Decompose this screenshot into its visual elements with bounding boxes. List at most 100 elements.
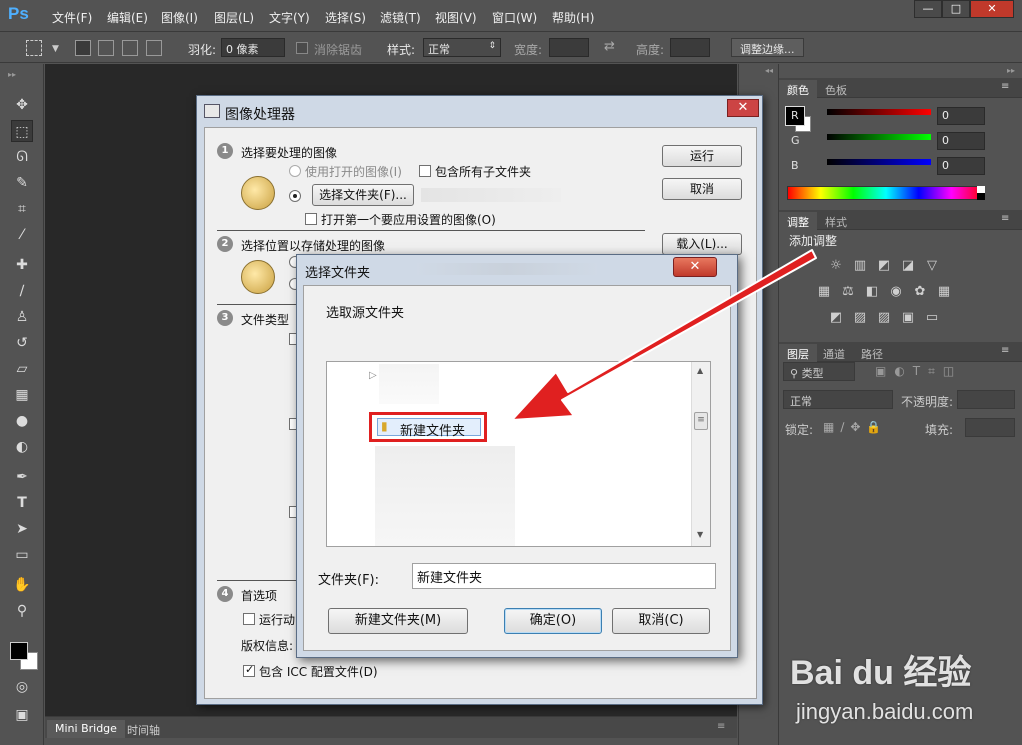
healing-brush-icon[interactable]: ✚: [11, 254, 33, 276]
panel-menu-icon[interactable]: ≡: [1001, 81, 1009, 92]
hand-tool-icon[interactable]: ✋: [11, 574, 33, 596]
panel-menu-icon[interactable]: ≡: [1001, 345, 1009, 356]
screen-mode-icon[interactable]: ▣: [11, 704, 33, 726]
style-select[interactable]: 正常 ⇕: [423, 38, 501, 57]
subtract-selection-icon[interactable]: [122, 40, 138, 56]
blend-mode-select[interactable]: 正常: [783, 390, 893, 409]
invert-icon[interactable]: ◩: [827, 310, 845, 326]
shape-tool-icon[interactable]: ▭: [11, 544, 33, 566]
include-subfolders-checkbox[interactable]: [419, 165, 431, 177]
gradient-tool-icon[interactable]: ▦: [11, 384, 33, 406]
load-button[interactable]: 载入(L)...: [662, 233, 742, 255]
menu-select[interactable]: 选择(S): [325, 9, 366, 26]
type-tool-icon[interactable]: T: [11, 492, 33, 514]
ok-button[interactable]: 确定(O): [504, 608, 602, 634]
opacity-input[interactable]: [957, 390, 1015, 409]
history-brush-icon[interactable]: ↺: [11, 332, 33, 354]
tab-paths[interactable]: 路径: [853, 344, 891, 362]
width-input[interactable]: [549, 38, 589, 57]
folder-name-input[interactable]: 新建文件夹: [412, 563, 716, 589]
bw-swatch[interactable]: [977, 186, 985, 200]
tab-mini-bridge[interactable]: Mini Bridge: [47, 720, 125, 738]
layer-filter-icons[interactable]: ▣◐T⌗◫: [875, 364, 962, 379]
tab-swatches[interactable]: 色板: [817, 80, 855, 98]
slider-g[interactable]: G 0: [791, 132, 1021, 150]
intersect-selection-icon[interactable]: [146, 40, 162, 56]
cancel-button[interactable]: 取消: [662, 178, 742, 200]
channel-value-b[interactable]: 0: [937, 157, 985, 175]
vibrance-icon[interactable]: ▽: [923, 258, 941, 274]
refine-edge-button[interactable]: 调整边缘...: [731, 38, 804, 57]
swap-icon[interactable]: ⇄: [604, 39, 615, 54]
antialias-checkbox[interactable]: [296, 42, 308, 54]
scroll-thumb[interactable]: ≡: [694, 412, 708, 430]
crop-tool-icon[interactable]: ⌗: [11, 198, 33, 220]
selected-folder-row[interactable]: ▮ 新建文件夹: [377, 418, 481, 439]
menu-layer[interactable]: 图层(L): [214, 9, 254, 26]
layer-kind-filter[interactable]: ⚲ 类型: [783, 362, 855, 381]
fill-input[interactable]: [965, 418, 1015, 437]
threshold-icon[interactable]: ▨: [875, 310, 893, 326]
pen-tool-icon[interactable]: ✒: [11, 466, 33, 488]
lasso-tool-icon[interactable]: ᘏ: [11, 146, 33, 168]
new-folder-button[interactable]: 新建文件夹(M): [328, 608, 468, 634]
menu-file[interactable]: 文件(F): [52, 9, 92, 26]
color-balance-icon[interactable]: ⚖: [839, 284, 857, 300]
eraser-tool-icon[interactable]: ▱: [11, 358, 33, 380]
levels-icon[interactable]: ▥: [851, 258, 869, 274]
channel-value-r[interactable]: 0: [937, 107, 985, 125]
marquee-tool-icon[interactable]: [26, 40, 42, 56]
slider-b[interactable]: B 0: [791, 157, 1021, 175]
brightness-icon[interactable]: ☼: [827, 258, 845, 274]
panel-menu-icon[interactable]: ≡: [717, 721, 725, 732]
close-button[interactable]: ✕: [673, 257, 717, 277]
menu-window[interactable]: 窗口(W): [492, 9, 537, 26]
path-select-tool-icon[interactable]: ➤: [11, 518, 33, 540]
color-lookup-icon[interactable]: ▦: [935, 284, 953, 300]
tab-layers[interactable]: 图层: [779, 344, 817, 362]
menu-filter[interactable]: 滤镜(T): [380, 9, 421, 26]
tab-adjustments[interactable]: 调整: [779, 212, 817, 230]
tab-timeline[interactable]: 时间轴: [119, 720, 168, 738]
open-first-checkbox[interactable]: [305, 213, 317, 225]
chevron-down-icon[interactable]: ▼: [52, 44, 59, 54]
channel-value-g[interactable]: 0: [937, 132, 985, 150]
close-app-button[interactable]: ✕: [970, 0, 1014, 18]
hue-sat-icon[interactable]: ▦: [815, 284, 833, 300]
quick-select-tool-icon[interactable]: ✎: [11, 172, 33, 194]
channel-mixer-icon[interactable]: ✿: [911, 284, 929, 300]
new-selection-icon[interactable]: [75, 40, 91, 56]
height-input[interactable]: [670, 38, 710, 57]
folder-tree[interactable]: ▷ ▮ 新建文件夹 ▲ ≡ ▼: [326, 361, 711, 547]
curves-icon[interactable]: ◩: [875, 258, 893, 274]
lock-icons[interactable]: ▦∕✥🔒: [823, 420, 887, 434]
color-spectrum[interactable]: [787, 186, 985, 200]
tab-channels[interactable]: 通道: [815, 344, 853, 362]
add-selection-icon[interactable]: [98, 40, 114, 56]
collapse-panels-icon[interactable]: ▸▸: [1007, 66, 1015, 75]
dodge-tool-icon[interactable]: ◐: [11, 436, 33, 458]
tab-color[interactable]: 颜色: [779, 80, 817, 98]
menu-help[interactable]: 帮助(H): [552, 9, 594, 26]
scrollbar[interactable]: ▲ ≡ ▼: [691, 362, 710, 546]
maximize-button[interactable]: □: [942, 0, 970, 18]
slider-bar-g[interactable]: [827, 134, 931, 140]
include-icc-checkbox[interactable]: ✓: [243, 663, 255, 677]
selective-color-icon[interactable]: ▣: [899, 310, 917, 326]
slider-bar-r[interactable]: [827, 109, 931, 115]
quick-mask-icon[interactable]: ◎: [11, 676, 33, 698]
gradient-map-icon[interactable]: ▭: [923, 310, 941, 326]
menu-type[interactable]: 文字(Y): [269, 9, 310, 26]
menu-image[interactable]: 图像(I): [161, 9, 198, 26]
photo-filter-icon[interactable]: ◉: [887, 284, 905, 300]
expand-arrow-icon[interactable]: ▷: [369, 370, 377, 381]
expand-icon[interactable]: ◂◂: [765, 66, 773, 75]
choose-folder-radio[interactable]: [289, 190, 301, 202]
tab-styles[interactable]: 样式: [817, 212, 855, 230]
panel-menu-icon[interactable]: ≡: [1001, 213, 1009, 224]
eyedropper-tool-icon[interactable]: ⁄: [11, 224, 33, 246]
slider-r[interactable]: R 0: [791, 107, 1021, 125]
blur-tool-icon[interactable]: ●: [11, 410, 33, 432]
feather-input[interactable]: 0 像素: [221, 38, 285, 57]
rect-marquee-tool-icon[interactable]: ⬚: [11, 120, 33, 142]
